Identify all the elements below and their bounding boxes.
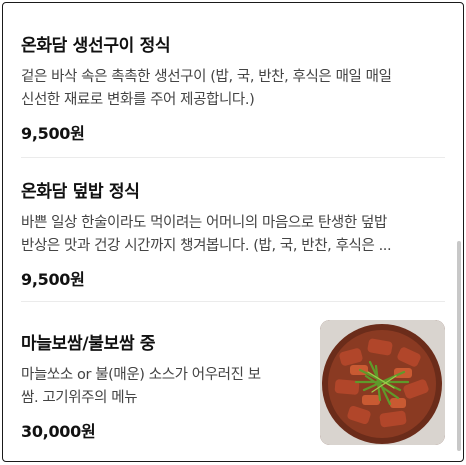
menu-item-description: 바쁜 일상 한술이라도 먹이려는 어머니의 마음으로 탄생한 덮밥 반상은 맛과… [21,215,392,254]
menu-item-title: 온화담 덮밥 정식 [21,182,140,202]
menu-panel: 온화담 생선구이 정식 겉은 바삭 속은 촉촉한 생선구이 (밥, 국, 반찬,… [2,2,464,462]
menu-item-title: 마늘보쌈/불보쌈 중 [21,334,156,354]
menu-item-price: 30,000원 [21,422,96,441]
menu-item-description: 마늘쏘소 or 불(매운) 소스가 어우러진 보 쌈. 고기위주의 메뉴 [21,367,261,406]
menu-item-price: 9,500원 [21,270,85,289]
menu-item-rice-bowl-set[interactable]: 온화담 덮밥 정식 바쁜 일상 한술이라도 먹이려는 어머니의 마음으로 탄생한… [21,177,445,290]
bossam-photo[interactable] [320,320,445,445]
divider [21,157,445,158]
menu-item-description: 겉은 바삭 속은 촉촉한 생선구이 (밥, 국, 반찬, 후식은 매일 매일 신… [21,69,392,108]
divider [21,301,445,302]
scrollbar-thumb[interactable] [457,241,461,451]
menu-item-fish-set[interactable]: 온화담 생선구이 정식 겉은 바삭 속은 촉촉한 생선구이 (밥, 국, 반찬,… [21,31,445,144]
menu-item-bossam[interactable]: 마늘보쌈/불보쌈 중 마늘쏘소 or 불(매운) 소스가 어우러진 보 쌈. 고… [21,329,293,442]
menu-item-title: 온화담 생선구이 정식 [21,36,171,56]
food-image-icon [320,320,445,445]
menu-item-price: 9,500원 [21,124,85,143]
